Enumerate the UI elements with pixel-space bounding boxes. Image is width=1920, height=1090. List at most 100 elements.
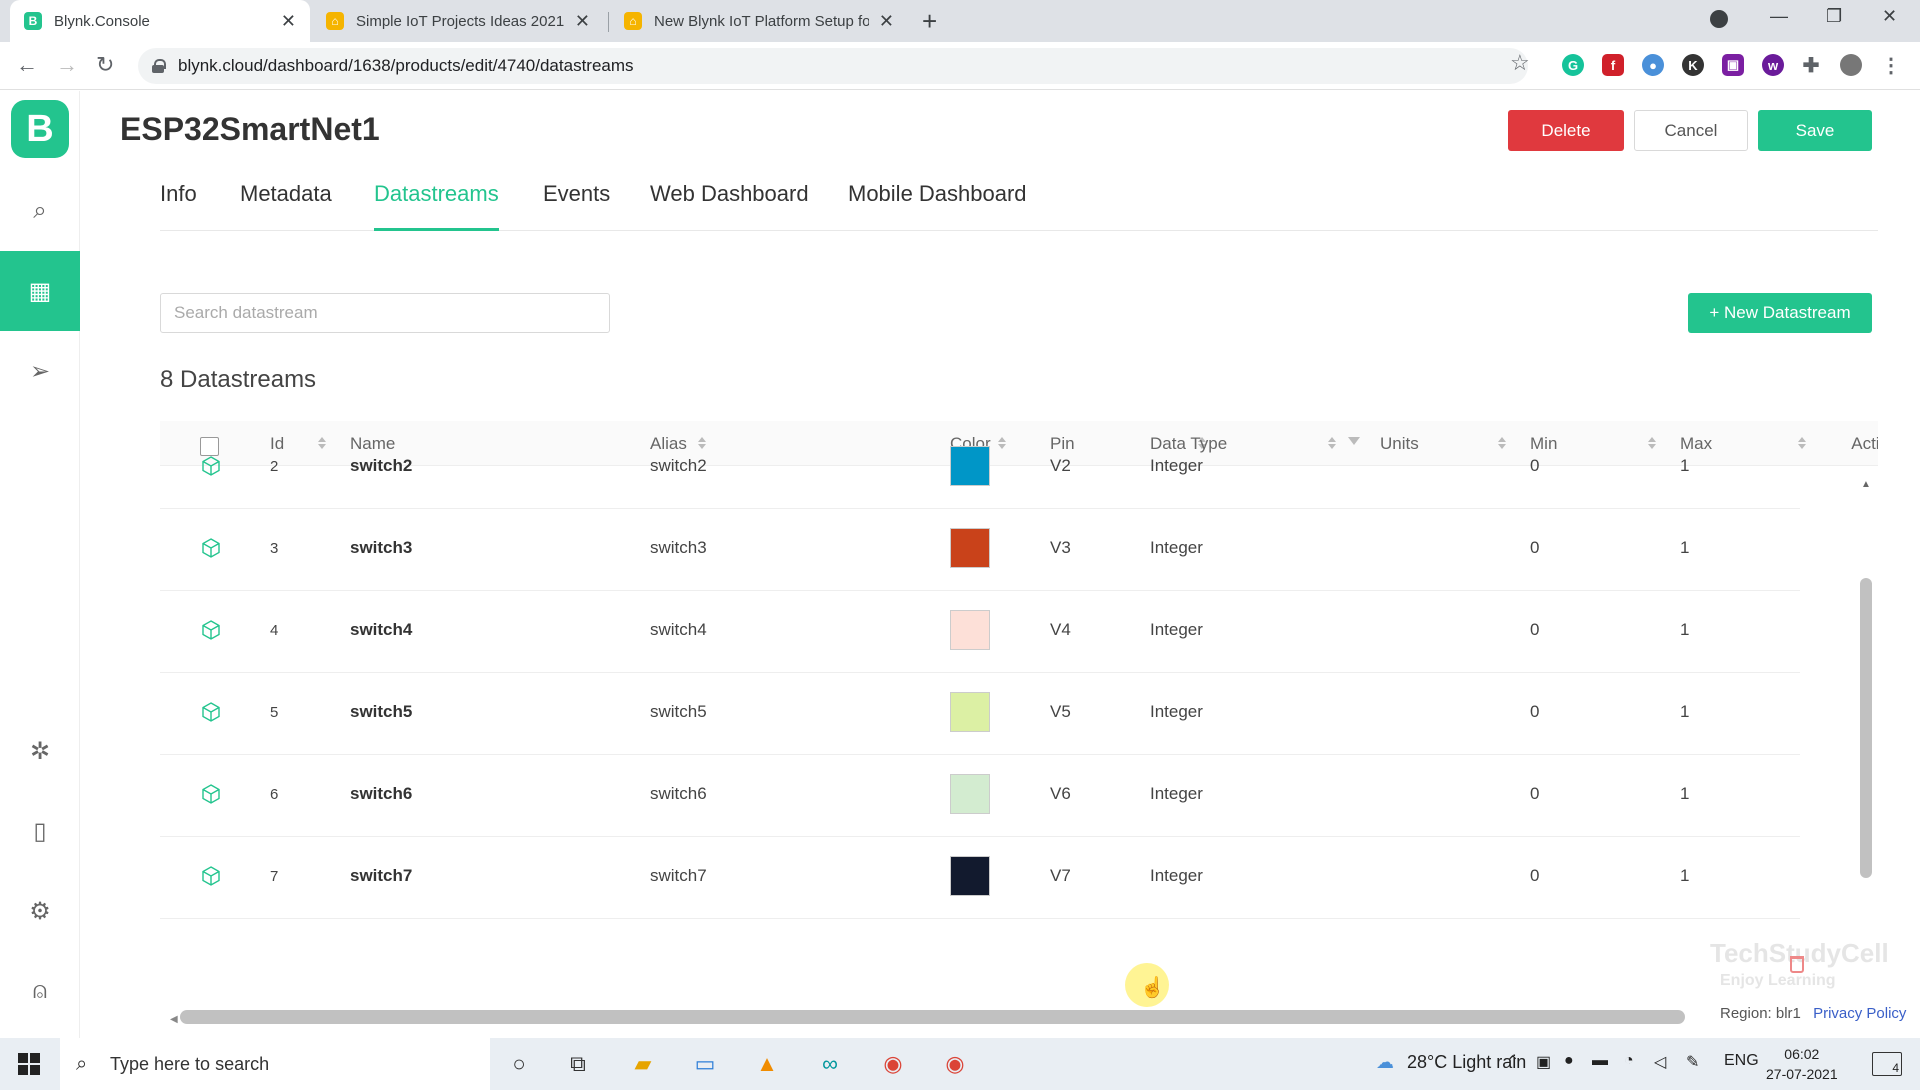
table-row[interactable]: 7 switch7 switch7 V7 Integer 0 1 <box>160 837 1800 919</box>
house-favicon-icon: ⌂ <box>624 12 642 30</box>
save-button[interactable]: Save <box>1758 110 1872 151</box>
tab-info[interactable]: Info <box>160 181 197 231</box>
blynk-logo[interactable]: B <box>11 100 69 158</box>
close-tab-icon[interactable]: ✕ <box>281 11 296 32</box>
table-row[interactable]: 8switch8switch8V8Integer01 <box>160 919 1800 921</box>
language-indicator[interactable]: ENG <box>1724 1052 1759 1070</box>
laptop-app-icon[interactable]: ▭ <box>690 1050 720 1078</box>
chrome-icon[interactable]: ◉ <box>878 1050 908 1078</box>
notification-count: 4 <box>1892 1061 1899 1075</box>
new-datastream-button[interactable]: + New Datastream <box>1688 293 1872 333</box>
wifi-icon[interactable]: ◔ <box>1624 1052 1634 1070</box>
chrome-profile-icon[interactable]: ◉ <box>940 1050 970 1078</box>
delete-button[interactable]: Delete <box>1508 110 1624 151</box>
tray-chevron-icon[interactable]: ⌃ <box>1506 1052 1519 1072</box>
region-label: Region: blr1 <box>1720 1005 1801 1022</box>
address-bar[interactable]: blynk.cloud/dashboard/1638/products/edit… <box>138 48 1528 84</box>
scroll-left-arrow-icon[interactable]: ◀ <box>170 1014 178 1025</box>
file-explorer-icon[interactable]: ▰ <box>628 1050 658 1078</box>
ui-extension-icon[interactable]: ▣ <box>1722 54 1744 76</box>
book-icon[interactable]: ▯ <box>0 791 80 871</box>
tab-title: Blynk.Console <box>54 12 150 30</box>
row-min: 0 <box>1530 456 1540 475</box>
row-color-swatch <box>950 610 990 650</box>
w-extension-icon[interactable]: w <box>1762 54 1784 76</box>
table-row[interactable]: 5 switch5 switch5 V5 Integer 0 1 <box>160 673 1800 755</box>
cortana-icon[interactable]: ○ <box>504 1050 534 1078</box>
pen-icon[interactable]: ✎ <box>1686 1052 1699 1072</box>
flash-extension-icon[interactable]: f <box>1602 54 1624 76</box>
minimize-icon[interactable]: — <box>1770 6 1788 27</box>
window-close-icon[interactable]: ✕ <box>1882 6 1897 27</box>
grid-apps-icon[interactable]: ▦ <box>0 251 80 331</box>
tab-datastreams[interactable]: Datastreams <box>374 181 499 231</box>
back-icon[interactable]: ← <box>16 52 38 78</box>
close-tab-icon[interactable]: ✕ <box>575 11 590 32</box>
row-color-swatch <box>950 528 990 568</box>
notification-center-icon[interactable]: 4 <box>1872 1052 1902 1076</box>
clock-time: 06:02 <box>1784 1046 1820 1062</box>
row-data-type: Integer <box>1150 620 1203 639</box>
new-tab-icon[interactable]: + <box>922 6 937 37</box>
search-icon[interactable]: ⌕ <box>0 171 80 251</box>
user-icon[interactable]: ⍝ <box>0 951 80 1031</box>
tab-events[interactable]: Events <box>543 181 610 231</box>
cancel-button[interactable]: Cancel <box>1634 110 1748 151</box>
tab-web-dashboard[interactable]: Web Dashboard <box>650 181 809 231</box>
datastream-cube-icon <box>200 783 222 805</box>
horizontal-scrollbar-thumb[interactable] <box>180 1010 1685 1024</box>
page-title: ESP32SmartNet1 <box>120 111 380 147</box>
k-extension-icon[interactable]: K <box>1682 54 1704 76</box>
browser-menu-icon[interactable]: ⋮ <box>1880 54 1902 77</box>
forward-icon[interactable]: → <box>56 52 78 78</box>
arduino-icon[interactable]: ∞ <box>815 1050 845 1078</box>
row-pin: V2 <box>1050 456 1071 475</box>
search-datastream-input[interactable] <box>160 293 610 333</box>
restore-icon[interactable]: ❐ <box>1826 6 1842 27</box>
row-min: 0 <box>1530 784 1540 803</box>
globe-extension-icon[interactable]: ● <box>1642 54 1664 76</box>
row-pin: V7 <box>1050 866 1071 885</box>
task-view-icon[interactable]: ⧉ <box>563 1050 593 1078</box>
table-row[interactable]: 6 switch6 switch6 V6 Integer 0 1 <box>160 755 1800 837</box>
privacy-policy-link[interactable]: Privacy Policy <box>1813 1005 1906 1022</box>
profile-avatar-icon[interactable] <box>1840 54 1862 76</box>
microphone-icon[interactable]: ● <box>1564 1052 1574 1070</box>
row-data-type: Integer <box>1150 456 1203 475</box>
search-icon: ⌕ <box>76 1052 88 1075</box>
table-row[interactable]: 2 switch2 switch2 V2 Integer 0 1 <box>160 427 1800 509</box>
tray-app-icon[interactable]: ▣ <box>1536 1052 1551 1072</box>
battery-icon[interactable]: ▬ <box>1592 1052 1608 1070</box>
scroll-up-arrow-icon[interactable]: ▲ <box>1861 479 1871 490</box>
bug-icon[interactable]: ✲ <box>0 711 80 791</box>
browser-tab-blynk-setup[interactable]: ⌂ New Blynk IoT Platform Setup fo ✕ <box>610 0 908 42</box>
table-row[interactable]: 4 switch4 switch4 V4 Integer 0 1 <box>160 591 1800 673</box>
browser-tab-iot-ideas[interactable]: ⌂ Simple IoT Projects Ideas 2021 - ✕ <box>312 0 604 42</box>
close-tab-icon[interactable]: ✕ <box>879 11 894 32</box>
extensions-puzzle-icon[interactable]: ✚ <box>1800 54 1822 77</box>
weather-widget[interactable]: ☁ 28°C Light rain <box>1376 1052 1526 1073</box>
row-name: switch3 <box>350 538 413 557</box>
row-alias: switch5 <box>650 702 707 721</box>
speaker-icon[interactable]: ◁ <box>1654 1052 1666 1072</box>
bookmark-star-icon[interactable]: ☆ <box>1510 50 1530 76</box>
browser-tab-blynk[interactable]: B Blynk.Console ✕ <box>10 0 310 42</box>
row-id: 3 <box>270 540 279 557</box>
table-row[interactable]: 3 switch3 switch3 V3 Integer 0 1 <box>160 509 1800 591</box>
tab-metadata[interactable]: Metadata <box>240 181 332 231</box>
trash-icon[interactable] <box>1790 956 1804 973</box>
windows-start-icon[interactable] <box>18 1053 40 1075</box>
row-min: 0 <box>1530 538 1540 557</box>
gear-icon[interactable]: ⚙ <box>0 871 80 951</box>
tab-search-icon[interactable] <box>1710 10 1728 28</box>
row-name: switch2 <box>350 456 413 475</box>
vertical-scrollbar-thumb[interactable] <box>1860 578 1872 878</box>
reload-icon[interactable]: ↻ <box>96 52 114 78</box>
grammarly-extension-icon[interactable]: G <box>1562 54 1584 76</box>
row-max: 1 <box>1680 702 1690 721</box>
send-plane-icon[interactable]: ➢ <box>0 331 80 411</box>
clock[interactable]: 06:02 27-07-2021 <box>1766 1044 1838 1084</box>
taskbar-search-box[interactable]: ⌕ Type here to search <box>60 1038 490 1090</box>
vlc-icon[interactable]: ▲ <box>752 1050 782 1078</box>
tab-mobile-dashboard[interactable]: Mobile Dashboard <box>848 181 1027 231</box>
